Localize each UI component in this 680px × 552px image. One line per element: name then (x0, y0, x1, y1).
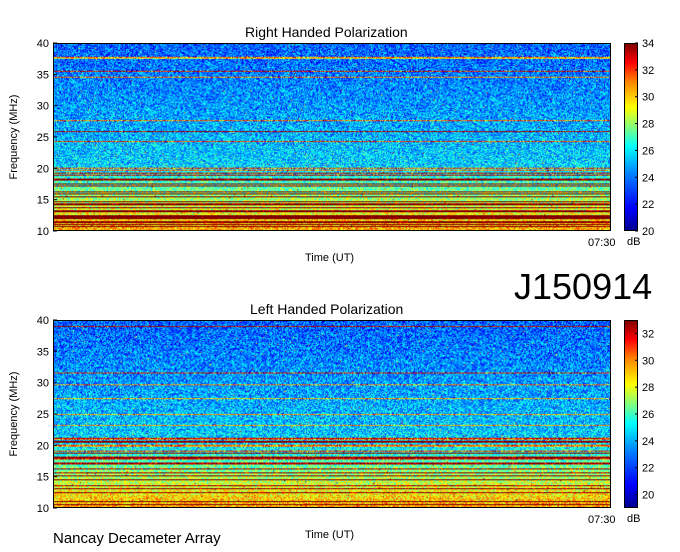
cbar-tick-label-32: 32 (642, 328, 654, 340)
ytick-label-25: 25 (37, 409, 49, 421)
cbar-tick-label-28: 28 (642, 382, 654, 394)
ytick-label-15: 15 (37, 472, 49, 484)
ytick-label-20: 20 (37, 440, 49, 452)
ytick-label-40: 40 (37, 315, 49, 327)
cbar-tick-label-24: 24 (642, 436, 654, 448)
ytick-label-30: 30 (37, 378, 49, 390)
axes-left: 10 15 20 25 30 35 40 20 22 24 26 28 30 32 (37, 315, 655, 515)
cbar-tick-label-30: 30 (642, 355, 654, 367)
cbar-tick-label-26: 26 (642, 409, 654, 421)
cbar-tick-label-22: 22 (642, 463, 654, 475)
cbar-tick-label-20: 20 (642, 490, 654, 502)
footer-observatory: Nancay Decameter Array (53, 530, 221, 547)
ytick-label-10: 10 (37, 503, 49, 515)
ytick-label-35: 35 (37, 346, 49, 358)
